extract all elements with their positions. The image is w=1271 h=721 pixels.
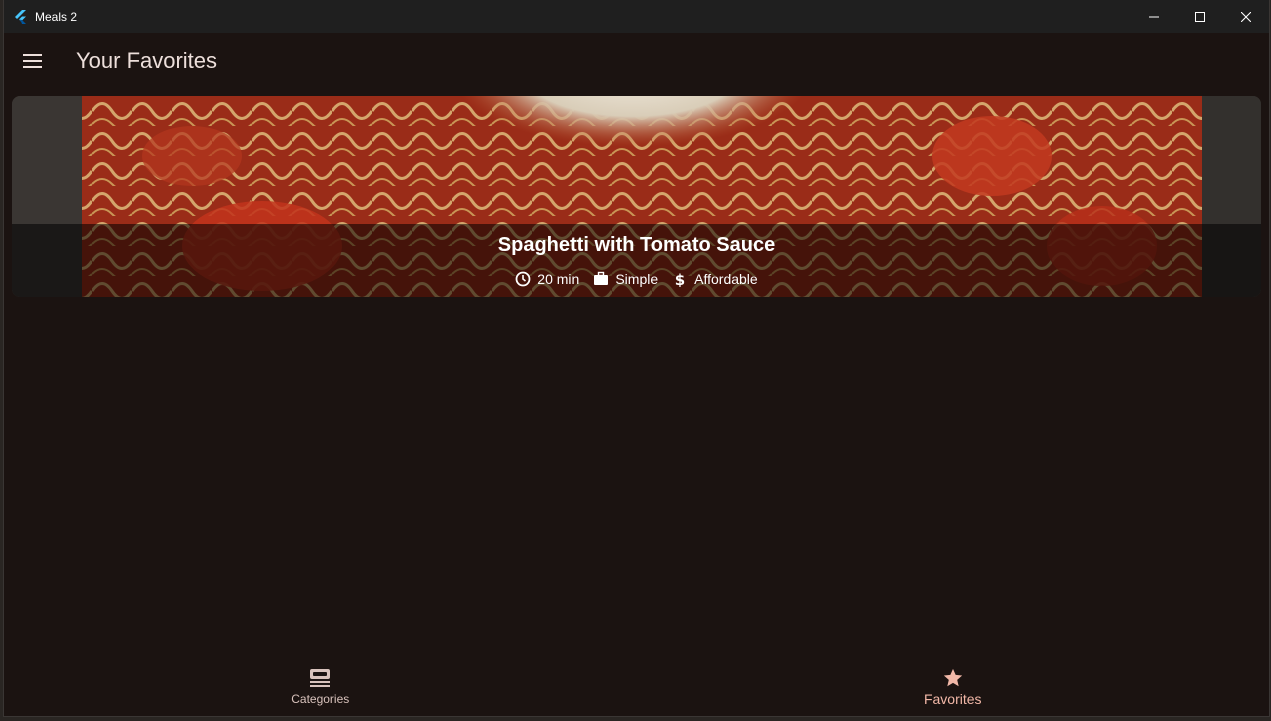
star-icon bbox=[943, 668, 962, 687]
attach-money-icon: $ bbox=[675, 271, 685, 287]
affordability-label: Affordable bbox=[694, 271, 758, 287]
complexity-trait: Simple bbox=[593, 271, 658, 287]
minimize-icon bbox=[1149, 16, 1159, 17]
work-icon bbox=[594, 271, 609, 285]
nav-label-favorites: Favorites bbox=[923, 691, 982, 707]
menu-button[interactable] bbox=[21, 49, 45, 73]
duration-label: 20 min bbox=[537, 271, 580, 287]
bottom-navigation-bar: Categories Favorites bbox=[4, 658, 1269, 716]
hamburger-menu-icon bbox=[23, 54, 42, 68]
page-title: Your Favorites bbox=[76, 48, 218, 73]
meal-info-overlay: Spaghetti with Tomato Sauce 20 min Simpl… bbox=[12, 224, 1261, 297]
window-controls bbox=[1131, 0, 1269, 33]
meal-card[interactable]: Spaghetti with Tomato Sauce 20 min Simpl… bbox=[12, 96, 1261, 297]
complexity-label: Simple bbox=[615, 271, 659, 287]
title-bar: Meals 2 bbox=[4, 0, 1269, 33]
meal-traits: 20 min Simple $ Affordable bbox=[515, 271, 758, 287]
maximize-button[interactable] bbox=[1177, 0, 1223, 33]
close-icon bbox=[1241, 11, 1251, 22]
app-window: Meals 2 Your Favorites Spaghetti with To… bbox=[3, 0, 1270, 717]
app-bar: Your Favorites bbox=[4, 33, 1269, 89]
nav-label-categories: Categories bbox=[291, 692, 350, 706]
window-title: Meals 2 bbox=[35, 9, 78, 24]
svg-text:$: $ bbox=[675, 271, 685, 287]
close-button[interactable] bbox=[1223, 0, 1269, 33]
minimize-button[interactable] bbox=[1131, 0, 1177, 33]
nav-item-favorites[interactable]: Favorites bbox=[637, 658, 1270, 716]
duration-trait: 20 min bbox=[515, 271, 579, 287]
set-meal-icon bbox=[310, 669, 331, 687]
affordability-trait: $ Affordable bbox=[672, 271, 758, 287]
schedule-icon bbox=[515, 271, 531, 287]
flutter-logo-icon bbox=[13, 9, 29, 25]
meal-title: Spaghetti with Tomato Sauce bbox=[497, 234, 776, 256]
nav-item-categories[interactable]: Categories bbox=[4, 658, 637, 716]
maximize-icon bbox=[1195, 11, 1205, 22]
